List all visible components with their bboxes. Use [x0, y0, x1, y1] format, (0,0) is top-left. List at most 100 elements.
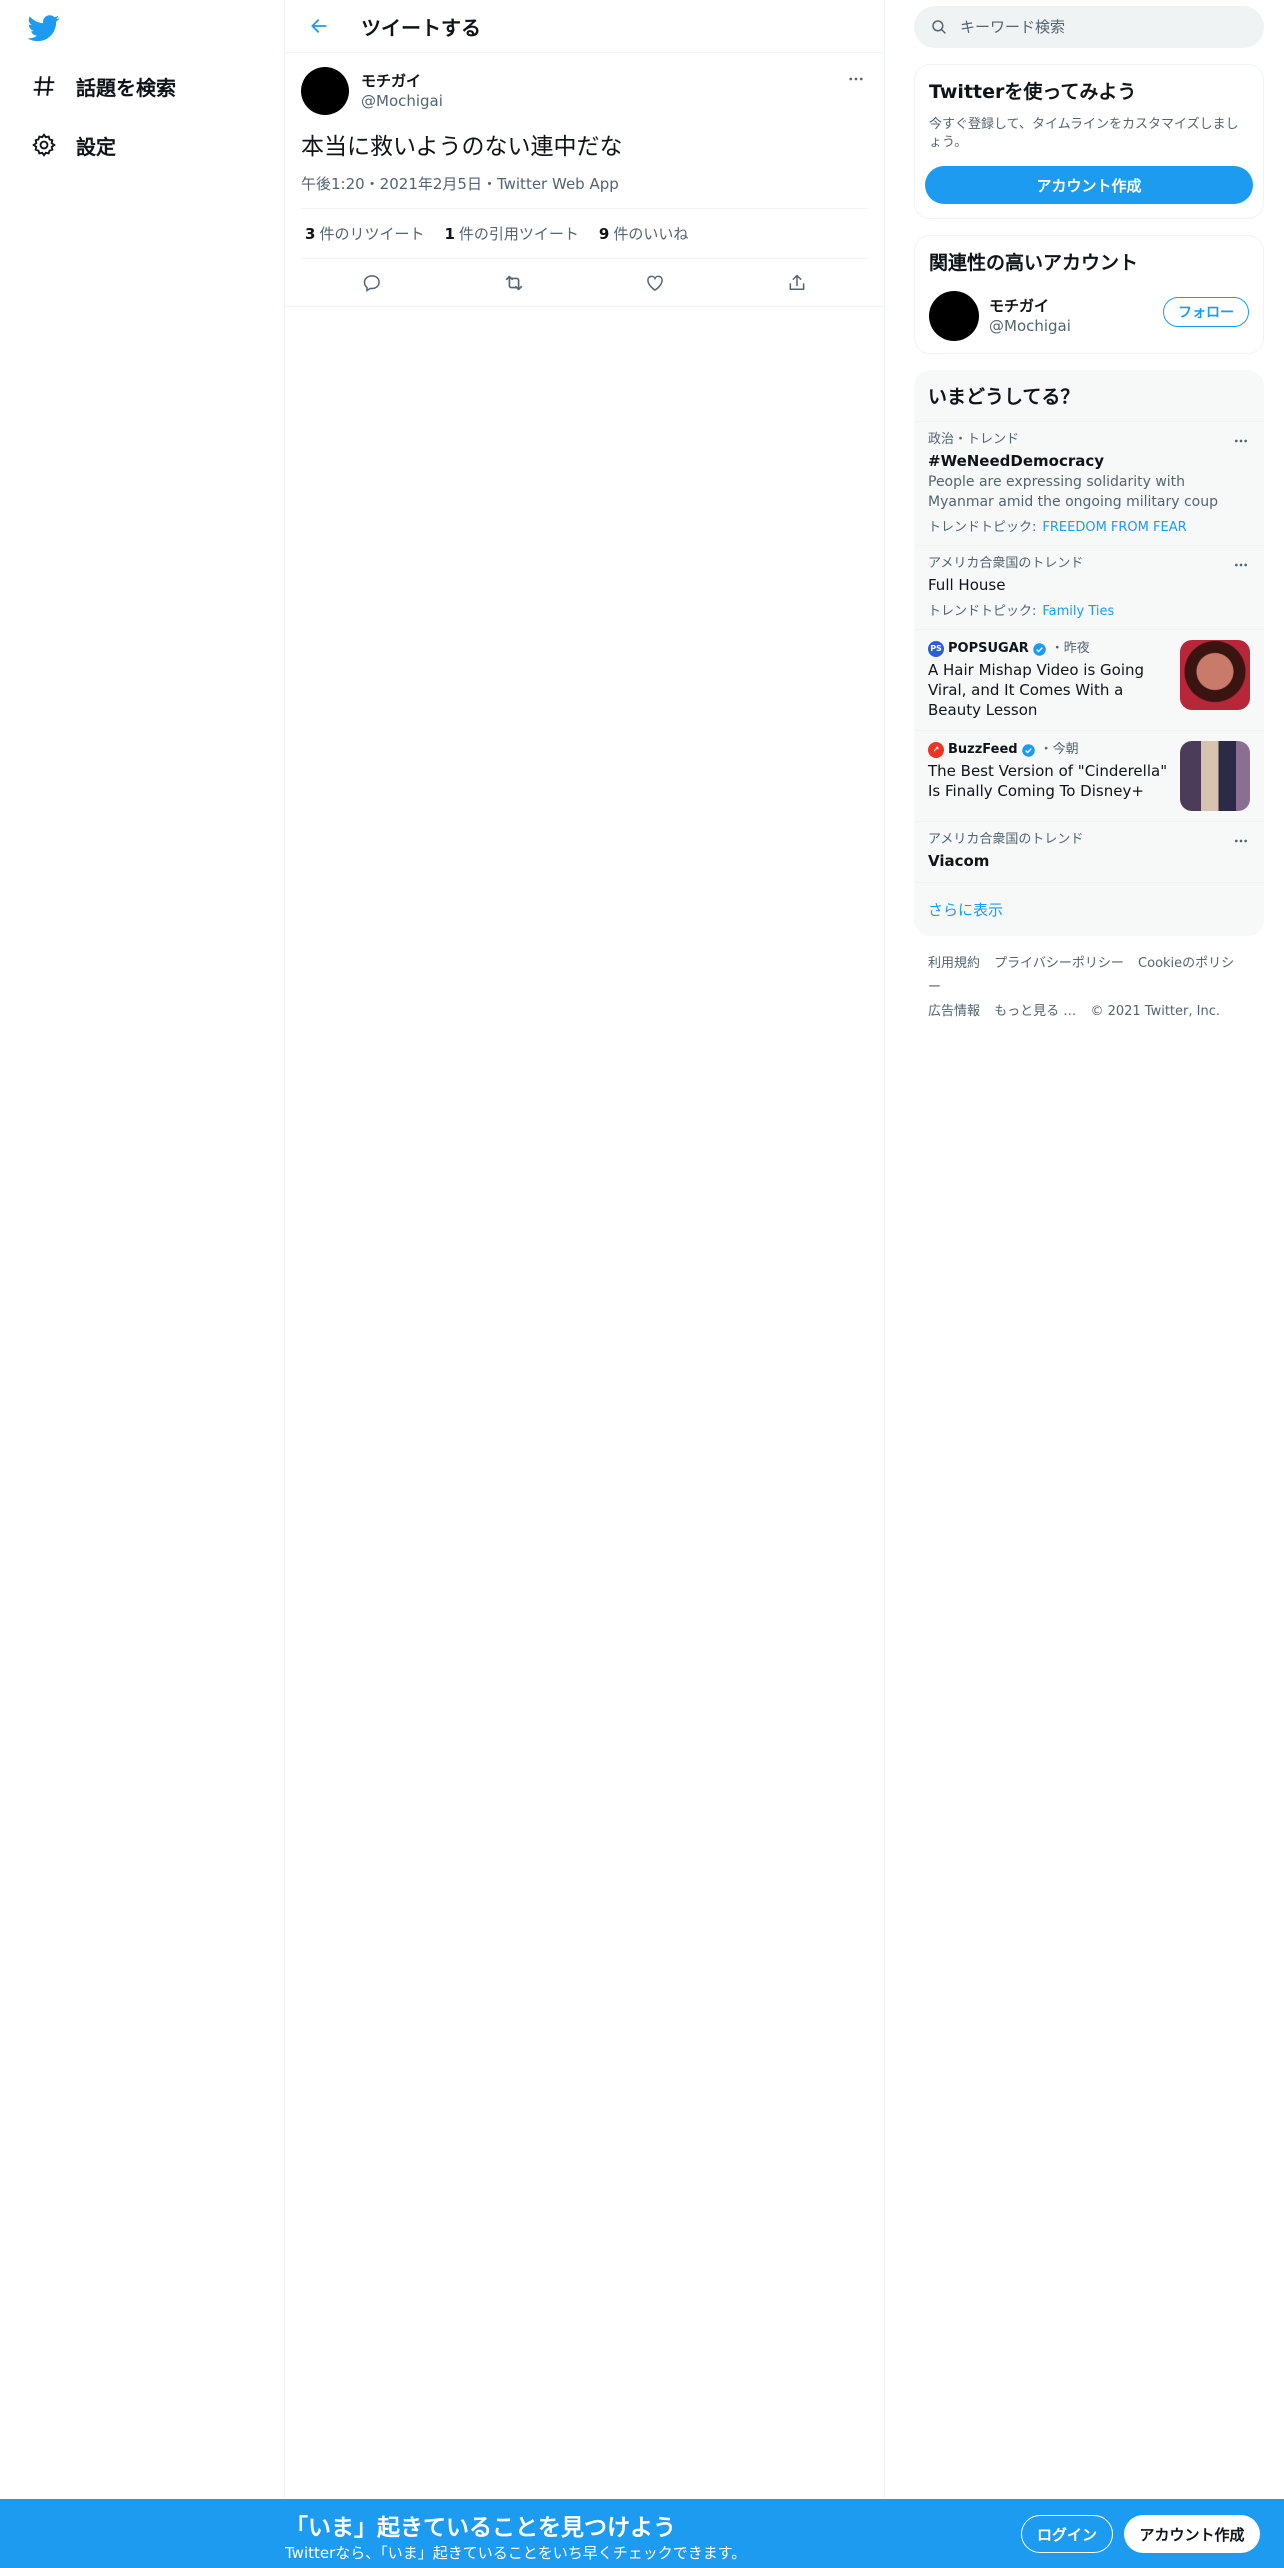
handle[interactable]: @Mochigai: [989, 316, 1071, 336]
nav-explore-label: 話題を検索: [76, 75, 176, 100]
news-source-name: POPSUGAR: [948, 641, 1029, 656]
follow-button[interactable]: フォロー: [1163, 297, 1249, 327]
trends-title: いまどうしてる？: [928, 386, 1080, 408]
stat-retweets[interactable]: 3 件のリツイート: [305, 223, 424, 244]
stat-quote-tweets[interactable]: 1 件の引用ツイート: [444, 223, 578, 244]
avatar[interactable]: [929, 291, 979, 341]
stat-label: 件のリツイート: [319, 225, 425, 243]
news-source-name: BuzzFeed: [948, 742, 1018, 757]
signup-card: Twitterを使ってみよう 今すぐ登録して、タイムラインをカスタマイズしましょ…: [914, 64, 1264, 219]
news-item[interactable]: PS POPSUGAR ・昨夜 A Hair Mishap Video is G…: [914, 629, 1264, 730]
gear-icon: [24, 125, 64, 165]
stat-count: 1: [444, 225, 455, 243]
hashtag-icon: [24, 66, 64, 106]
create-account-button[interactable]: アカウント作成: [925, 166, 1253, 204]
news-time: ・今朝: [1039, 742, 1079, 757]
trend-category: アメリカ合衆国のトレンド: [928, 832, 1084, 847]
trends-card: いまどうしてる？ 政治・トレンド #WeNeedDemocracy People…: [914, 370, 1264, 936]
more-icon[interactable]: [1230, 430, 1252, 452]
trend-topic-link[interactable]: Family Ties: [1042, 604, 1114, 619]
right-sidebar: Twitterを使ってみよう 今すぐ登録して、タイムラインをカスタマイズしましょ…: [914, 0, 1264, 1040]
search-bar[interactable]: [914, 6, 1264, 48]
news-source: PS POPSUGAR ・昨夜: [928, 640, 1170, 658]
more-icon[interactable]: [1230, 554, 1252, 576]
trend-name: Full House: [928, 576, 1006, 594]
trend-item[interactable]: アメリカ合衆国のトレンド Viacom: [914, 821, 1264, 882]
nav-explore[interactable]: 話題を検索: [24, 60, 176, 112]
retweet-icon[interactable]: [495, 264, 533, 302]
search-icon: [932, 20, 946, 34]
trend-name: #WeNeedDemocracy: [928, 452, 1105, 470]
nav-settings-label: 設定: [76, 134, 116, 159]
news-time: ・昨夜: [1050, 641, 1090, 656]
stat-count: 3: [305, 225, 316, 243]
avatar[interactable]: [301, 67, 349, 115]
stat-label: 件のいいね: [613, 225, 689, 243]
news-body: PS POPSUGAR ・昨夜 A Hair Mishap Video is G…: [928, 640, 1180, 720]
trend-category: アメリカ合衆国のトレンド: [928, 556, 1084, 571]
signup-button[interactable]: アカウント作成: [1124, 2515, 1260, 2553]
arrow-left-icon: [311, 19, 327, 33]
buzzfeed-logo-icon: ↗: [928, 742, 944, 758]
news-thumbnail: [1180, 741, 1250, 811]
tweet: モチガイ @Mochigai 本当に救いようのない連中だな 午後1:20・202…: [285, 53, 884, 307]
footer-link[interactable]: もっと見る …: [994, 1004, 1076, 1019]
show-more-link[interactable]: さらに表示: [914, 882, 1264, 936]
news-body: ↗ BuzzFeed ・今朝 The Best Version of "Cind…: [928, 741, 1180, 811]
verified-badge-icon: [1021, 743, 1035, 757]
trend-item[interactable]: アメリカ合衆国のトレンド Full House トレンドトピック: Family …: [914, 545, 1264, 629]
twitter-bird-icon[interactable]: [27, 12, 64, 48]
trend-topic-label: トレンドトピック:: [928, 604, 1037, 619]
back-button[interactable]: [301, 8, 337, 44]
footer-link[interactable]: 広告情報: [928, 1004, 980, 1019]
reply-icon[interactable]: [353, 264, 391, 302]
related-account[interactable]: モチガイ @Mochigai フォロー: [915, 287, 1263, 353]
footer-links: 利用規約 プライバシーポリシー Cookieのポリシー 広告情報 もっと見る ……: [914, 936, 1264, 1040]
signup-card-desc: 今すぐ登録して、タイムラインをカスタマイズしましょう。: [929, 117, 1239, 150]
trend-item[interactable]: 政治・トレンド #WeNeedDemocracy People are expr…: [914, 421, 1264, 545]
popsugar-logo-icon: PS: [928, 641, 944, 657]
related-account-names: モチガイ @Mochigai: [989, 296, 1071, 336]
main-column: ツイートする モチガイ @Mochigai 本当に救いようのない連中だな 午後1…: [285, 0, 885, 2500]
tweet-actions: [285, 259, 884, 307]
trend-category: 政治・トレンド: [928, 432, 1020, 447]
news-item[interactable]: ↗ BuzzFeed ・今朝 The Best Version of "Cind…: [914, 730, 1264, 821]
signup-card-title: Twitterを使ってみよう: [929, 81, 1137, 103]
display-name[interactable]: モチガイ: [989, 296, 1071, 316]
verified-badge-icon: [1033, 642, 1046, 656]
related-accounts-title: 関連性の高いアカウント: [929, 252, 1139, 274]
copyright: © 2021 Twitter, Inc.: [1090, 1004, 1220, 1019]
search-input[interactable]: [960, 18, 1230, 36]
share-icon[interactable]: [778, 264, 816, 302]
bottom-signup-bar: 「いま」起きていることを見つけよう Twitterなら、「いま」起きていることを…: [0, 2499, 1284, 2568]
tweet-author: モチガイ @Mochigai: [301, 65, 868, 117]
footer-link[interactable]: プライバシーポリシー: [994, 956, 1124, 971]
stat-count: 9: [598, 225, 610, 243]
news-source: ↗ BuzzFeed ・今朝: [928, 741, 1170, 759]
like-icon[interactable]: [636, 264, 674, 302]
more-icon[interactable]: [1230, 830, 1252, 852]
main-header: ツイートする: [285, 0, 884, 53]
login-button[interactable]: ログイン: [1021, 2515, 1113, 2553]
stat-label: 件の引用ツイート: [458, 225, 579, 243]
bottom-bar-subtitle: Twitterなら、「いま」起きていることをいち早くチェックできます。: [285, 2544, 747, 2562]
author-names: モチガイ @Mochigai: [361, 71, 443, 111]
tweet-text: 本当に救いようのない連中だな: [301, 134, 623, 160]
nav-settings[interactable]: 設定: [24, 119, 116, 171]
trend-description: People are expressing solidarity with My…: [928, 474, 1218, 510]
related-accounts-card: 関連性の高いアカウント モチガイ @Mochigai フォロー: [914, 235, 1264, 354]
trend-topic-label: トレンドトピック:: [928, 520, 1037, 535]
footer-link[interactable]: 利用規約: [928, 956, 980, 971]
news-title: A Hair Mishap Video is Going Viral, and …: [928, 661, 1145, 719]
trend-topic-link[interactable]: FREEDOM FROM FEAR: [1042, 520, 1186, 535]
news-title: The Best Version of "Cinderella" Is Fina…: [928, 762, 1168, 800]
trend-topic: トレンドトピック: FREEDOM FROM FEAR: [928, 516, 1250, 535]
handle[interactable]: @Mochigai: [361, 91, 443, 111]
stat-likes[interactable]: 9 件のいいね: [599, 223, 688, 244]
more-icon[interactable]: [844, 67, 868, 91]
tweet-meta: 午後1:20・2021年2月5日・Twitter Web App: [301, 173, 868, 209]
trend-topic: トレンドトピック: Family Ties: [928, 600, 1250, 619]
bottom-bar-title: 「いま」起きていることを見つけよう: [285, 2515, 676, 2541]
display-name[interactable]: モチガイ: [361, 71, 443, 91]
trend-name: Viacom: [928, 852, 990, 870]
